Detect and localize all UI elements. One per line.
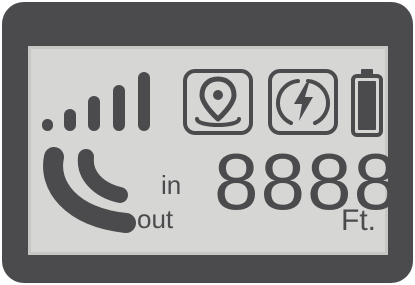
location-pin-icon — [183, 69, 253, 135]
charging-bolt-icon — [268, 69, 338, 135]
signal-strength-icon — [42, 72, 150, 131]
pipe-curve-icon — [43, 147, 136, 233]
inlet-label: in — [161, 170, 182, 200]
battery-icon — [351, 69, 383, 137]
unit-label: Ft. — [341, 204, 376, 237]
outlet-label: out — [137, 204, 174, 234]
